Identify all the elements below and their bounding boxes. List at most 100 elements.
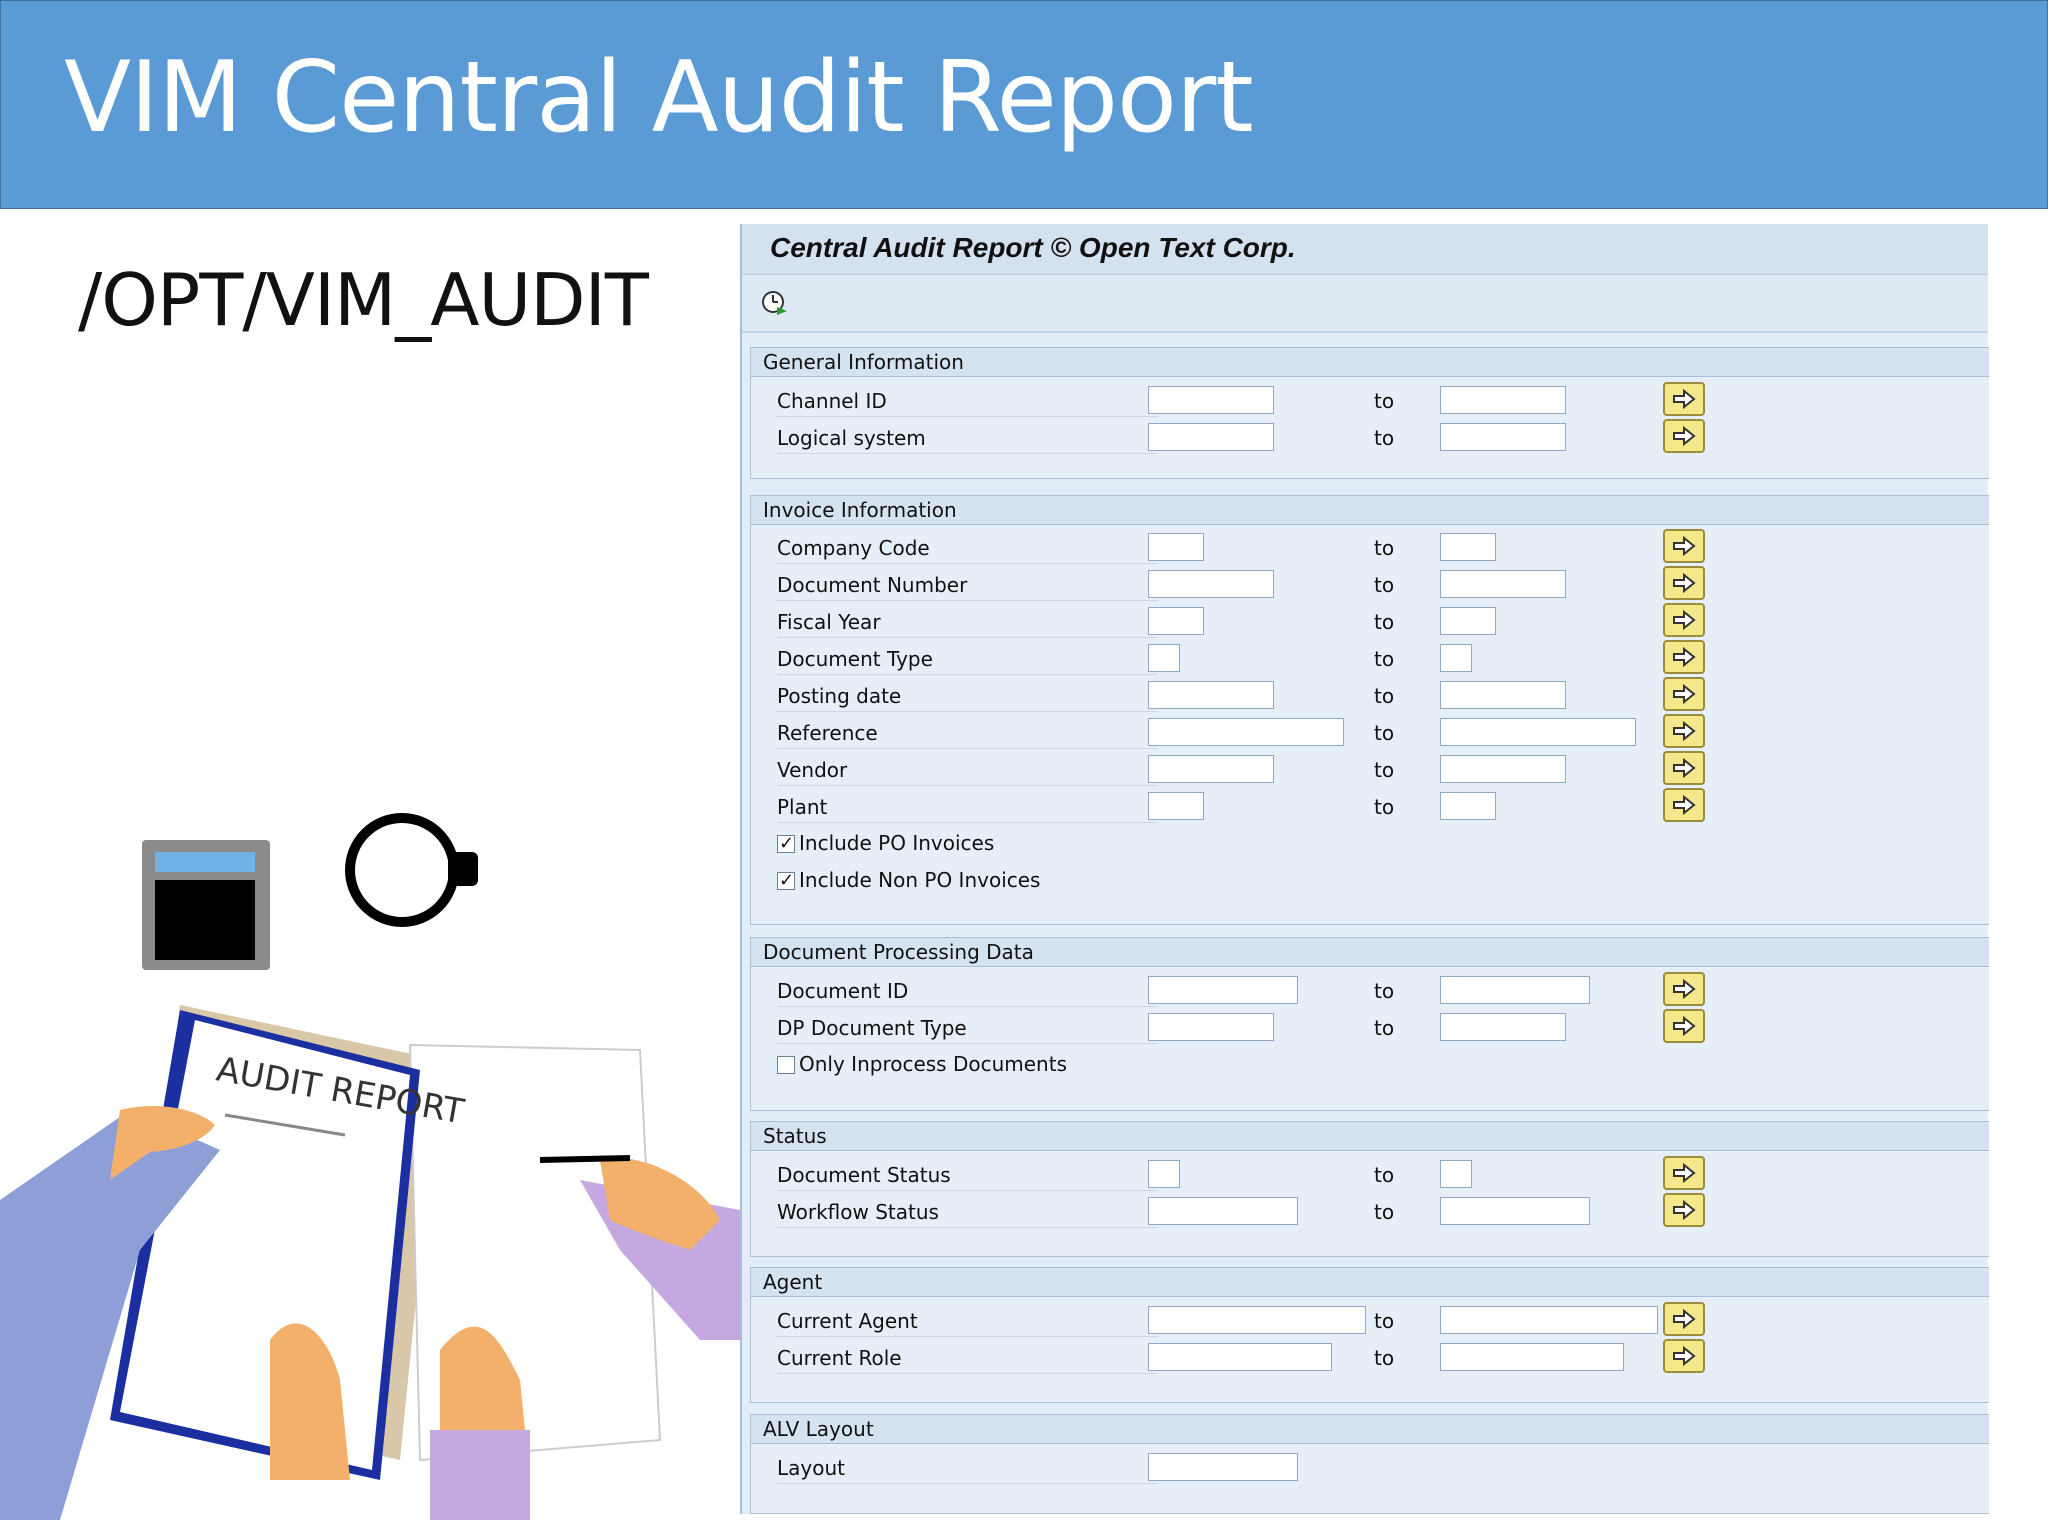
arrow-right-icon (1673, 646, 1696, 668)
multiple-selection-button[interactable] (1663, 566, 1705, 600)
field-label: Current Agent (777, 1306, 1157, 1337)
vendor-from-input[interactable] (1148, 755, 1274, 783)
checkmark-icon: ✓ (779, 833, 795, 854)
document-status-to-input[interactable] (1440, 1160, 1472, 1188)
layout-input[interactable] (1148, 1453, 1298, 1481)
document-number-to-input[interactable] (1440, 570, 1566, 598)
group-title: Agent (751, 1268, 1989, 1297)
dp-document-type-to-input[interactable] (1440, 1013, 1566, 1041)
logical-system-to-input[interactable] (1440, 423, 1566, 451)
row-layout: Layout (751, 1453, 1989, 1487)
multiple-selection-button[interactable] (1663, 1339, 1705, 1373)
multiple-selection-button[interactable] (1663, 382, 1705, 416)
field-label: Document ID (777, 976, 1157, 1007)
checkbox-label: Include Non PO Invoices (799, 868, 1041, 892)
row-plant: Plant to (751, 788, 1989, 826)
document-id-from-input[interactable] (1148, 976, 1298, 1004)
only-inprocess-documents-checkbox[interactable] (777, 1056, 795, 1074)
field-label: Vendor (777, 755, 1157, 786)
current-role-from-input[interactable] (1148, 1343, 1332, 1371)
group-agent: Agent Current Agent to Current Role to (750, 1267, 1989, 1403)
arrow-right-icon (1673, 425, 1696, 447)
row-document-type: Document Type to (751, 640, 1989, 678)
current-role-to-input[interactable] (1440, 1343, 1624, 1371)
posting-date-from-input[interactable] (1148, 681, 1274, 709)
sap-toolbar (742, 275, 1988, 333)
logical-system-from-input[interactable] (1148, 423, 1274, 451)
include-non-po-invoices-checkbox[interactable]: ✓ (777, 870, 795, 891)
plant-to-input[interactable] (1440, 792, 1496, 820)
group-status: Status Document Status to Workflow Statu… (750, 1121, 1989, 1257)
field-label: Layout (777, 1453, 1157, 1484)
field-label: Plant (777, 792, 1157, 823)
arrow-right-icon (1673, 1199, 1696, 1221)
fiscal-year-from-input[interactable] (1148, 607, 1204, 635)
field-label: Document Number (777, 570, 1157, 601)
multiple-selection-button[interactable] (1663, 603, 1705, 637)
company-code-from-input[interactable] (1148, 533, 1204, 561)
field-label: Reference (777, 718, 1157, 749)
row-fiscal-year: Fiscal Year to (751, 603, 1989, 641)
row-document-id: Document ID to (751, 972, 1989, 1010)
reference-from-input[interactable] (1148, 718, 1344, 746)
reference-to-input[interactable] (1440, 718, 1636, 746)
fiscal-year-to-input[interactable] (1440, 607, 1496, 635)
multiple-selection-button[interactable] (1663, 1156, 1705, 1190)
arrow-right-icon (1673, 572, 1696, 594)
multiple-selection-button[interactable] (1663, 419, 1705, 453)
multiple-selection-button[interactable] (1663, 788, 1705, 822)
row-logical-system: Logical system to (751, 419, 1989, 457)
to-label: to (1374, 536, 1395, 560)
document-status-from-input[interactable] (1148, 1160, 1180, 1188)
group-general-information: General Information Channel ID to Logica… (750, 347, 1989, 479)
arrow-right-icon (1673, 683, 1696, 705)
row-reference: Reference to (751, 714, 1989, 752)
row-channel-id: Channel ID to (751, 382, 1989, 420)
multiple-selection-button[interactable] (1663, 751, 1705, 785)
row-include-po: ✓ Include PO Invoices (751, 831, 1989, 866)
current-agent-to-input[interactable] (1440, 1306, 1658, 1334)
arrow-right-icon (1673, 720, 1696, 742)
current-agent-from-input[interactable] (1148, 1306, 1366, 1334)
document-type-from-input[interactable] (1148, 644, 1180, 672)
multiple-selection-button[interactable] (1663, 714, 1705, 748)
arrow-right-icon (1673, 757, 1696, 779)
company-code-to-input[interactable] (1440, 533, 1496, 561)
arrow-right-icon (1673, 388, 1696, 410)
document-id-to-input[interactable] (1440, 976, 1590, 1004)
to-label: to (1374, 684, 1395, 708)
posting-date-to-input[interactable] (1440, 681, 1566, 709)
multiple-selection-button[interactable] (1663, 1193, 1705, 1227)
include-po-invoices-checkbox[interactable]: ✓ (777, 833, 795, 854)
title-banner: VIM Central Audit Report (0, 0, 2048, 209)
to-label: to (1374, 573, 1395, 597)
group-title: Document Processing Data (751, 938, 1989, 967)
to-label: to (1374, 1200, 1395, 1224)
to-label: to (1374, 758, 1395, 782)
channel-id-from-input[interactable] (1148, 386, 1274, 414)
vendor-to-input[interactable] (1440, 755, 1566, 783)
sap-title-bar: Central Audit Report © Open Text Corp. (742, 224, 1988, 275)
multiple-selection-button[interactable] (1663, 1009, 1705, 1043)
arrow-right-icon (1673, 1345, 1696, 1367)
multiple-selection-button[interactable] (1663, 972, 1705, 1006)
field-label: Company Code (777, 533, 1157, 564)
sap-selection-screen: Central Audit Report © Open Text Corp. G… (740, 224, 1989, 1514)
dp-document-type-from-input[interactable] (1148, 1013, 1274, 1041)
coffee-cup-icon (345, 813, 478, 927)
row-company-code: Company Code to (751, 529, 1989, 567)
workflow-status-to-input[interactable] (1440, 1197, 1590, 1225)
field-label: Fiscal Year (777, 607, 1157, 638)
multiple-selection-button[interactable] (1663, 1302, 1705, 1336)
execute-clock-icon[interactable] (760, 289, 788, 317)
channel-id-to-input[interactable] (1440, 386, 1566, 414)
multiple-selection-button[interactable] (1663, 640, 1705, 674)
multiple-selection-button[interactable] (1663, 677, 1705, 711)
document-type-to-input[interactable] (1440, 644, 1472, 672)
field-label: Posting date (777, 681, 1157, 712)
workflow-status-from-input[interactable] (1148, 1197, 1298, 1225)
field-label: Current Role (777, 1343, 1157, 1374)
document-number-from-input[interactable] (1148, 570, 1274, 598)
multiple-selection-button[interactable] (1663, 529, 1705, 563)
plant-from-input[interactable] (1148, 792, 1204, 820)
